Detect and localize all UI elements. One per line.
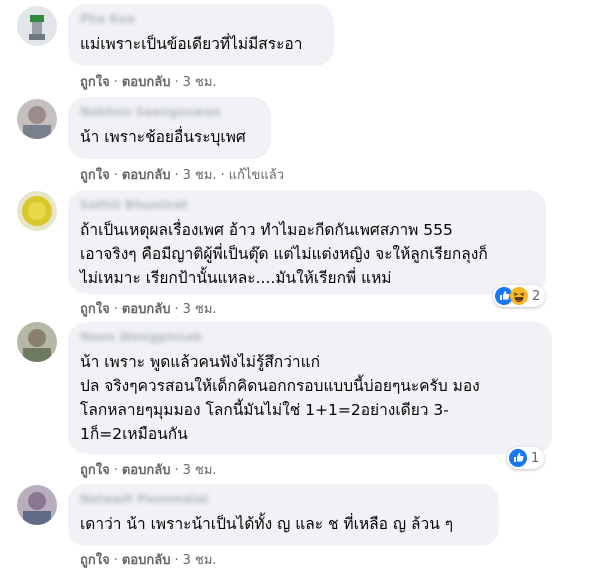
separator-dot: · [113, 168, 118, 183]
like-link[interactable]: ถูกใจ [80, 75, 110, 90]
separator-dot: · [174, 553, 179, 568]
like-reaction-icon [509, 449, 527, 467]
comment-bubble: Sathit Bhumirat ถ้าเป็นเหตุผลเรื่องเพศ อ… [68, 190, 546, 294]
comment-bubble: Pha Kea แม่เพราะเป็นข้อเดียวที่ไม่มีสระอ… [68, 4, 334, 66]
separator-dot: · [113, 553, 118, 568]
separator-dot: · [174, 75, 179, 90]
comment-bubble: Natawit Poonmalai เดาว่า น้า เพราะน้าเป็… [68, 484, 499, 546]
avatar[interactable] [17, 191, 57, 231]
like-link[interactable]: ถูกใจ [80, 463, 110, 478]
reply-link[interactable]: ตอบกลับ [122, 168, 171, 183]
avatar-image [17, 6, 57, 46]
avatar[interactable] [17, 322, 57, 362]
separator-dot: · [113, 463, 118, 478]
comment-time[interactable]: 3 ชม. [183, 463, 217, 478]
like-link[interactable]: ถูกใจ [80, 302, 110, 317]
haha-reaction-icon [510, 287, 528, 305]
comment-bubble: Noon Wongpinsak น้า เพราะ พูดแล้วคนฟังไม… [68, 322, 552, 454]
reaction-summary[interactable]: 1 [507, 447, 545, 469]
commenter-name[interactable]: Noon Wongpinsak [80, 330, 540, 344]
reaction-count: 1 [531, 450, 540, 466]
reply-link[interactable]: ตอบกลับ [122, 463, 171, 478]
like-link[interactable]: ถูกใจ [80, 168, 110, 183]
reaction-count: 2 [532, 288, 541, 304]
comment-time[interactable]: 3 ชม. [183, 168, 217, 183]
comment-text: แม่เพราะเป็นข้อเดียวที่ไม่มีสระอา [80, 35, 303, 53]
avatar[interactable] [17, 6, 57, 46]
separator-dot: · [174, 463, 179, 478]
like-link[interactable]: ถูกใจ [80, 553, 110, 568]
separator-dot: · [174, 168, 179, 183]
reaction-summary[interactable]: 2 [493, 285, 546, 307]
avatar-image [17, 99, 57, 139]
avatar[interactable] [17, 99, 57, 139]
comment-bubble: Nakhon Saengsuwan น้า เพราะช้อยอื่นระบุเ… [68, 97, 271, 159]
separator-dot: · [174, 302, 179, 317]
separator-dot: · [113, 302, 118, 317]
commenter-name[interactable]: Pha Kea [80, 12, 322, 26]
separator-dot: · [113, 75, 118, 90]
comment-time[interactable]: 3 ชม. [183, 302, 217, 317]
comment-actions: ถูกใจ · ตอบกลับ · 3 ชม. [80, 298, 217, 319]
comment-actions: ถูกใจ · ตอบกลับ · 3 ชม. [80, 459, 217, 480]
avatar-image [17, 322, 57, 362]
reply-link[interactable]: ตอบกลับ [122, 553, 171, 568]
comment-actions: ถูกใจ · ตอบกลับ · 3 ชม. [80, 71, 217, 92]
comment-text: เดาว่า น้า เพราะน้าเป็นได้ทั้ง ญ และ ช ท… [80, 515, 454, 533]
commenter-name[interactable]: Nakhon Saengsuwan [80, 105, 259, 119]
comment-actions: ถูกใจ · ตอบกลับ · 3 ชม. · แก้ไขแล้ว [80, 164, 284, 185]
comment-text: น้า เพราะ พูดแล้วคนฟังไม่รู้สึกว่าแก่ ปล… [80, 353, 480, 443]
comment-time[interactable]: 3 ชม. [183, 553, 217, 568]
separator-dot: · [220, 168, 225, 183]
commenter-name[interactable]: Natawit Poonmalai [80, 492, 487, 506]
avatar-image [17, 191, 57, 231]
comment-time[interactable]: 3 ชม. [183, 75, 217, 90]
reply-link[interactable]: ตอบกลับ [122, 302, 171, 317]
comment-text: ถ้าเป็นเหตุผลเรื่องเพศ อ้าว ทำไมอะกีดกัน… [80, 221, 488, 287]
edited-label[interactable]: แก้ไขแล้ว [229, 168, 284, 183]
comment-text: น้า เพราะช้อยอื่นระบุเพศ [80, 128, 246, 146]
avatar-image [17, 485, 57, 525]
commenter-name[interactable]: Sathit Bhumirat [80, 198, 534, 212]
reply-link[interactable]: ตอบกลับ [122, 75, 171, 90]
avatar[interactable] [17, 485, 57, 525]
